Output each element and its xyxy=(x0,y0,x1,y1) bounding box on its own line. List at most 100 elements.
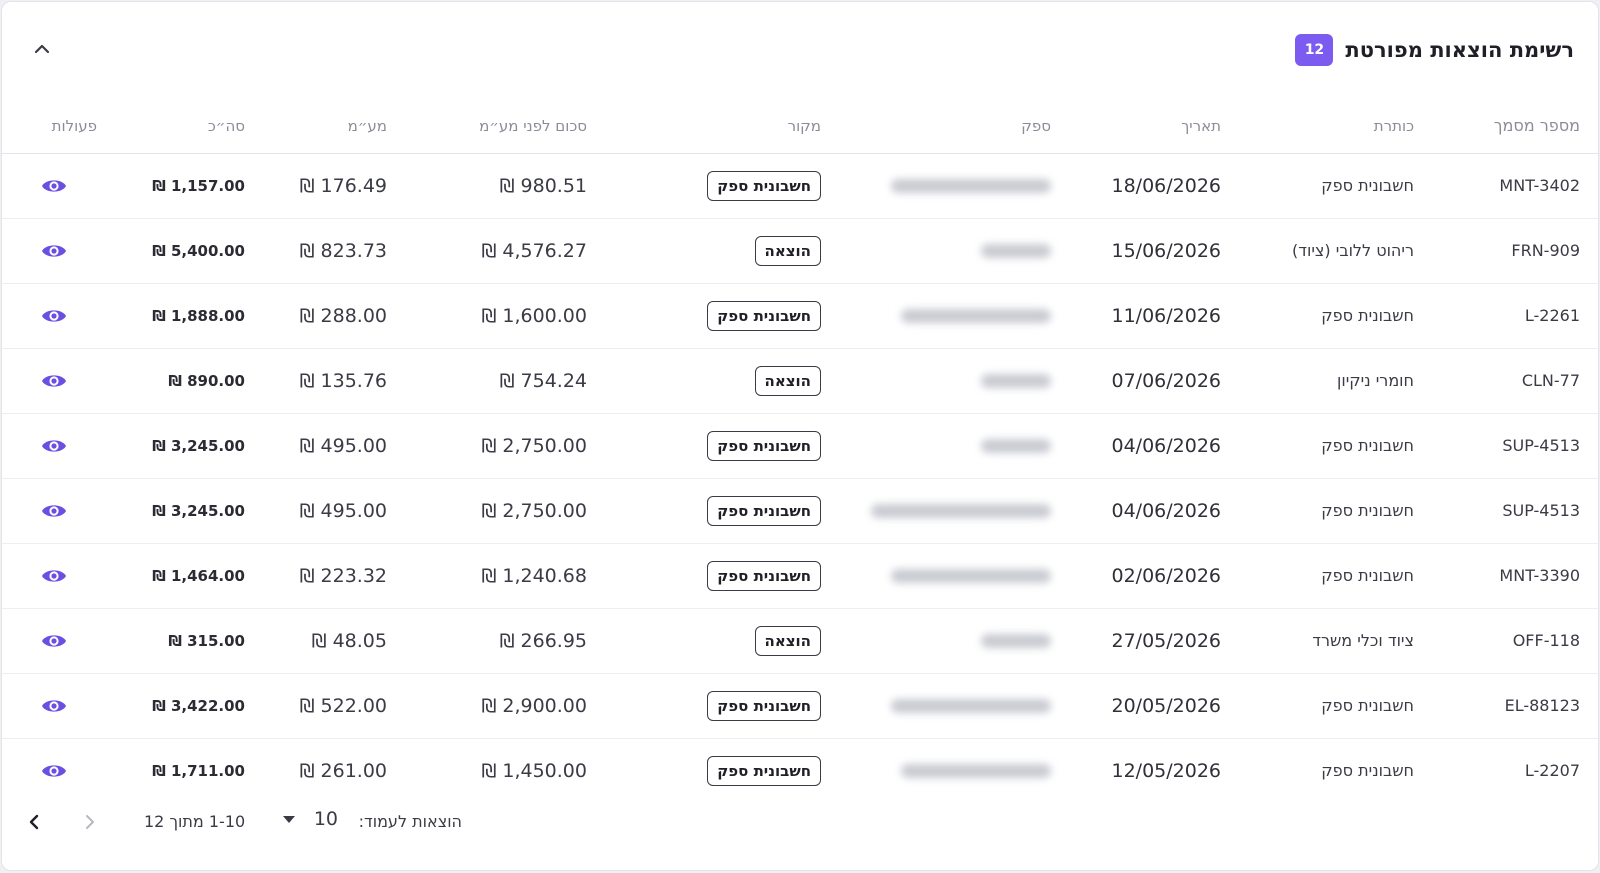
vat-amount: ₪ 48.05 xyxy=(311,629,387,652)
total-amount: ₪ 1,888.00 xyxy=(152,306,245,325)
cell-amount-before-vat: ₪ 266.95 xyxy=(395,608,595,674)
next-page-button[interactable] xyxy=(78,810,102,834)
table-row[interactable]: OFF-118 ציוד וכלי משרד 27/05/2026 הוצאה … xyxy=(2,608,1598,674)
view-button[interactable] xyxy=(38,300,70,332)
source-badge: חשבונית ספק xyxy=(707,560,821,591)
col-header-title[interactable]: כותרת xyxy=(1229,99,1422,154)
eye-icon xyxy=(41,765,66,777)
cell-doc-number: L-2261 xyxy=(1422,283,1598,349)
table-row[interactable]: MNT-3390 חשבונית ספק 02/06/2026 חשבונית … xyxy=(2,543,1598,609)
col-header-amount-before-vat[interactable]: סכום לפני מע״מ xyxy=(395,99,595,154)
table-row[interactable]: L-2207 חשבונית ספק 12/05/2026 חשבונית ספ… xyxy=(2,738,1598,803)
cell-source: הוצאה xyxy=(595,608,829,674)
eye-icon xyxy=(41,309,66,322)
redacted-supplier xyxy=(871,503,1051,518)
amount-before-vat: ₪ 2,900.00 xyxy=(481,694,587,717)
col-header-supplier[interactable]: ספק xyxy=(829,99,1059,154)
table-row[interactable]: MNT-3402 חשבונית ספק 18/06/2026 חשבונית … xyxy=(2,153,1598,219)
table-row[interactable]: FRN-909 ריהוט ללובי (ציוד) 15/06/2026 הו… xyxy=(2,218,1598,284)
cell-actions xyxy=(2,283,105,349)
total-amount: ₪ 3,245.00 xyxy=(152,436,245,455)
vat-amount: ₪ 823.73 xyxy=(299,239,387,262)
rows-per-page-select[interactable]: 10 xyxy=(282,808,338,830)
cell-source: הוצאה xyxy=(595,218,829,284)
cell-source: חשבונית ספק xyxy=(595,478,829,544)
view-button[interactable] xyxy=(38,170,70,202)
table-header-row: מספר מסמך כותרת תאריך ספק מקור סכום לפני… xyxy=(2,99,1598,154)
cell-vat: ₪ 288.00 xyxy=(253,283,395,349)
cell-date: 18/06/2026 xyxy=(1059,153,1229,219)
eye-icon xyxy=(41,569,66,582)
col-header-date[interactable]: תאריך xyxy=(1059,99,1229,154)
table-row[interactable]: CLN-77 חומרי ניקיון 07/06/2026 הוצאה ₪ 7… xyxy=(2,348,1598,414)
cell-supplier xyxy=(829,608,1059,674)
cell-actions xyxy=(2,218,105,284)
cell-vat: ₪ 261.00 xyxy=(253,738,395,803)
redacted-supplier xyxy=(891,698,1051,713)
cell-date: 02/06/2026 xyxy=(1059,543,1229,609)
source-badge: חשבונית ספק xyxy=(707,430,821,461)
amount-before-vat: ₪ 754.24 xyxy=(499,369,587,392)
col-header-doc-number[interactable]: מספר מסמך xyxy=(1422,99,1598,154)
table-row[interactable]: L-2261 חשבונית ספק 11/06/2026 חשבונית ספ… xyxy=(2,283,1598,349)
col-header-source[interactable]: מקור xyxy=(595,99,829,154)
cell-date: 11/06/2026 xyxy=(1059,283,1229,349)
vat-amount: ₪ 288.00 xyxy=(299,304,387,327)
eye-icon xyxy=(41,634,66,647)
redacted-supplier xyxy=(891,568,1051,583)
cell-doc-number: FRN-909 xyxy=(1422,218,1598,284)
view-button[interactable] xyxy=(38,755,70,787)
view-button[interactable] xyxy=(38,560,70,592)
vat-amount: ₪ 261.00 xyxy=(299,759,387,782)
table-row[interactable]: SUP-4513 חשבונית ספק 04/06/2026 חשבונית … xyxy=(2,413,1598,479)
cell-supplier xyxy=(829,218,1059,284)
col-header-total[interactable]: סה״כ xyxy=(105,99,253,154)
cell-total: ₪ 3,245.00 xyxy=(105,413,253,479)
amount-before-vat: ₪ 1,600.00 xyxy=(481,304,587,327)
expenses-table: מספר מסמך כותרת תאריך ספק מקור סכום לפני… xyxy=(2,99,1598,803)
expenses-card: רשימת הוצאות מפורטת 12 מספר מסמך כותרת ת… xyxy=(1,1,1599,871)
cell-total: ₪ 3,245.00 xyxy=(105,478,253,544)
collapse-button[interactable] xyxy=(28,35,56,63)
total-amount: ₪ 5,400.00 xyxy=(152,241,245,260)
view-button[interactable] xyxy=(38,365,70,397)
view-button[interactable] xyxy=(38,495,70,527)
table-row[interactable]: SUP-4513 חשבונית ספק 04/06/2026 חשבונית … xyxy=(2,478,1598,544)
cell-title: חשבונית ספק xyxy=(1229,673,1422,739)
cell-title: חשבונית ספק xyxy=(1229,543,1422,609)
cell-amount-before-vat: ₪ 2,750.00 xyxy=(395,413,595,479)
eye-icon xyxy=(41,374,66,387)
cell-actions xyxy=(2,673,105,739)
amount-before-vat: ₪ 1,450.00 xyxy=(481,759,587,782)
cell-supplier xyxy=(829,478,1059,544)
cell-total: ₪ 1,464.00 xyxy=(105,543,253,609)
eye-icon xyxy=(41,179,66,192)
amount-before-vat: ₪ 4,576.27 xyxy=(481,239,587,262)
view-button[interactable] xyxy=(38,625,70,657)
redacted-supplier xyxy=(981,633,1051,648)
cell-vat: ₪ 223.32 xyxy=(253,543,395,609)
view-button[interactable] xyxy=(38,235,70,267)
view-button[interactable] xyxy=(38,430,70,462)
pagination-footer: הוצאות לעמוד: 10 1-10 מתוך 12 xyxy=(2,802,1598,842)
cell-actions xyxy=(2,153,105,219)
cell-supplier xyxy=(829,348,1059,414)
cell-title: ריהוט ללובי (ציוד) xyxy=(1229,218,1422,284)
total-amount: ₪ 315.00 xyxy=(168,631,245,650)
prev-page-button[interactable] xyxy=(22,810,46,834)
col-header-vat[interactable]: מע״מ xyxy=(253,99,395,154)
redacted-supplier xyxy=(891,178,1051,193)
table-row[interactable]: EL-88123 חשבונית ספק 20/05/2026 חשבונית … xyxy=(2,673,1598,739)
redacted-supplier xyxy=(901,308,1051,323)
view-button[interactable] xyxy=(38,690,70,722)
source-badge: חשבונית ספק xyxy=(707,690,821,721)
cell-doc-number: OFF-118 xyxy=(1422,608,1598,674)
cell-amount-before-vat: ₪ 2,900.00 xyxy=(395,673,595,739)
redacted-supplier xyxy=(901,763,1051,778)
cell-doc-number: MNT-3402 xyxy=(1422,153,1598,219)
cell-amount-before-vat: ₪ 1,600.00 xyxy=(395,283,595,349)
cell-title: ציוד וכלי משרד xyxy=(1229,608,1422,674)
redacted-supplier xyxy=(981,438,1051,453)
vat-amount: ₪ 135.76 xyxy=(299,369,387,392)
cell-date: 12/05/2026 xyxy=(1111,759,1221,782)
